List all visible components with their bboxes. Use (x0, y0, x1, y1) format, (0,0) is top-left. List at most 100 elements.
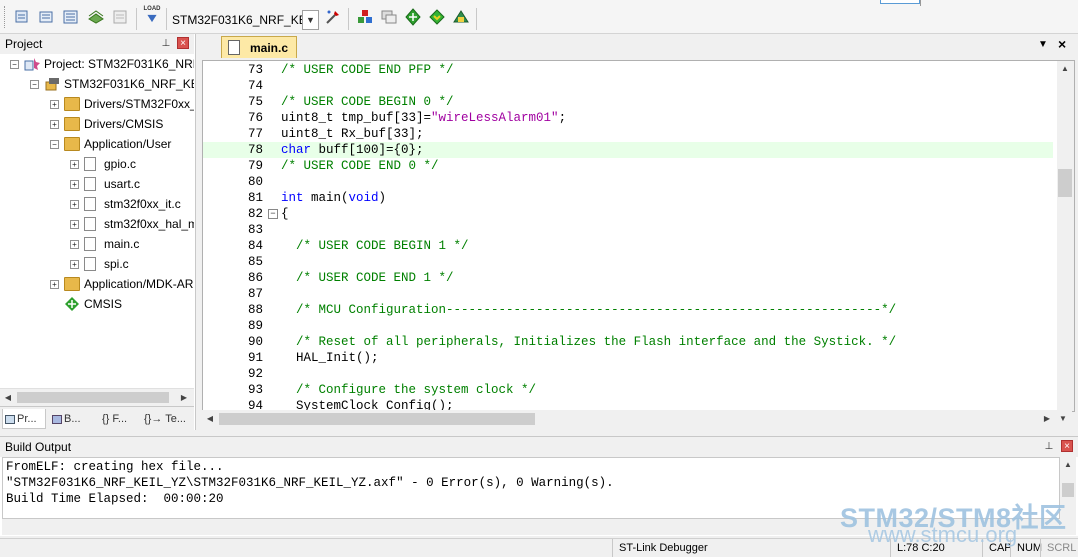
expand-icon[interactable]: + (70, 200, 79, 209)
target-options-icon[interactable] (324, 8, 342, 26)
expand-icon[interactable]: + (50, 120, 59, 129)
line-number: 75 (247, 95, 263, 109)
expand-icon[interactable]: + (70, 180, 79, 189)
code-editor[interactable]: 73 /* USER CODE END PFP */ 74 75 /* USER COD… (202, 60, 1075, 412)
tab-templates-label: {}→ Te... (144, 413, 186, 425)
code-line: 86 /* USER CODE END 1 */ (203, 270, 1053, 286)
close-icon[interactable]: × (177, 37, 189, 49)
pin-icon[interactable]: ⊥ (1043, 441, 1055, 453)
line-number: 80 (247, 175, 263, 189)
scroll-down-icon[interactable]: ▼ (1055, 411, 1071, 427)
pack-installer-icon[interactable] (404, 8, 422, 26)
target-select[interactable]: STM32F031K6_NRF_KEIL_YZ (172, 10, 302, 30)
batch-build-icon[interactable] (87, 8, 105, 26)
debugger-status: ST-Link Debugger (612, 539, 767, 557)
tree-item[interactable]: + main.c (0, 234, 194, 254)
editor-vscrollbar[interactable]: ▲ (1057, 61, 1074, 411)
collapse-icon[interactable]: − (50, 140, 59, 149)
tree-item-label: Application/MDK-ARM (84, 277, 194, 291)
code-line: 75 /* USER CODE BEGIN 0 */ (203, 94, 1053, 110)
line-number: 89 (247, 319, 263, 333)
expand-icon[interactable]: + (70, 240, 79, 249)
tab-functions[interactable]: {} F... (100, 409, 140, 429)
stop-build-icon[interactable] (111, 8, 129, 26)
tree-item-label: Project: STM32F031K6_NRF_KEIL_YZ (44, 57, 194, 71)
download-icon[interactable]: LOAD (143, 6, 161, 24)
tree-item[interactable]: − STM32F031K6_NRF_KEIL_YZ (0, 74, 194, 94)
collapse-icon[interactable]: − (30, 80, 39, 89)
close-icon[interactable]: × (1061, 440, 1073, 452)
expand-icon[interactable]: + (70, 220, 79, 229)
line-number: 73 (247, 63, 263, 77)
tree-item[interactable]: + stm32f0xx_hal_msp.c (0, 214, 194, 234)
tree-item[interactable]: + usart.c (0, 174, 194, 194)
tab-main-c[interactable]: main.c (221, 36, 297, 58)
project-panel: Project ⊥ × −Project: STM32F031K6_NRF_KE… (0, 34, 196, 430)
scroll-right-icon[interactable]: ▶ (1039, 411, 1055, 427)
expand-icon[interactable]: + (70, 160, 79, 169)
toolbar-grip[interactable] (4, 6, 7, 28)
file-icon (84, 177, 96, 191)
file-icon (84, 197, 96, 211)
tree-item[interactable]: + Application/MDK-ARM (0, 274, 194, 294)
editor-hscrollbar[interactable]: ◀ ▶ ▼ (199, 410, 1072, 428)
code-text: uint8_t tmp_buf[33]="wireLessAlarm01"; (281, 111, 567, 125)
pin-icon[interactable]: ⊥ (160, 38, 172, 50)
code-line: 92 (203, 366, 1053, 382)
tab-project[interactable]: Pr... (2, 409, 46, 429)
fold-toggle-icon[interactable]: − (268, 209, 278, 219)
scroll-up-icon[interactable]: ▲ (1060, 457, 1076, 473)
toolbar-separator (166, 8, 167, 30)
project-hscrollbar[interactable]: ◀ ▶ (0, 388, 194, 406)
code-line: 80 (203, 174, 1053, 190)
code-text: /* USER CODE BEGIN 0 */ (281, 95, 454, 109)
scroll-left-icon[interactable]: ◀ (0, 390, 16, 406)
tree-item[interactable]: + spi.c (0, 254, 194, 274)
manage-rte-icon[interactable] (428, 8, 446, 26)
folder-icon (64, 117, 80, 131)
code-line: 79 /* USER CODE END 0 */ (203, 158, 1053, 174)
scroll-thumb[interactable] (1058, 169, 1072, 197)
tree-item[interactable]: + stm32f0xx_it.c (0, 194, 194, 214)
tree-item[interactable]: CMSIS (0, 294, 194, 314)
select-packs-icon[interactable] (380, 8, 398, 26)
rebuild-icon[interactable] (62, 8, 80, 26)
tree-item[interactable]: − Project: STM32F031K6_NRF_KEIL_YZ (0, 54, 194, 74)
translate-icon[interactable] (13, 8, 31, 26)
build-icon[interactable] (38, 8, 56, 26)
find-box[interactable] (880, 0, 920, 4)
code-line: 84 /* USER CODE BEGIN 1 */ (203, 238, 1053, 254)
file-icon (228, 40, 240, 55)
scroll-up-icon[interactable]: ▲ (1057, 61, 1073, 77)
project-items-icon[interactable] (452, 8, 470, 26)
line-number: 77 (247, 127, 263, 141)
scroll-thumb[interactable] (17, 392, 169, 403)
scroll-left-icon[interactable]: ◀ (202, 411, 218, 427)
editor-panel: main.c ▼ × 73/* USER CODE END PFP */74 75… (199, 34, 1078, 432)
tab-books[interactable]: B... (50, 409, 96, 429)
tab-templates[interactable]: {}→ Te... (142, 409, 192, 429)
expand-icon[interactable]: + (70, 260, 79, 269)
project-tabs: Pr... B... {} F... {}→ Te... (0, 406, 194, 430)
code-line: 77 uint8_t Rx_buf[33]; (203, 126, 1053, 142)
scroll-right-icon[interactable]: ▶ (176, 390, 192, 406)
tab-list-icon[interactable]: ▼ (1038, 39, 1048, 50)
tree-item[interactable]: + Drivers/STM32F0xx_HAL_Driver (0, 94, 194, 114)
expand-icon[interactable]: + (50, 100, 59, 109)
close-icon[interactable]: × (1058, 36, 1066, 52)
scroll-thumb[interactable] (219, 413, 535, 425)
code-text: char buff[100]={0}; (281, 143, 424, 157)
collapse-icon[interactable]: − (10, 60, 19, 69)
expand-icon[interactable]: + (50, 280, 59, 289)
tree-item[interactable]: + Drivers/CMSIS (0, 114, 194, 134)
chevron-down-icon[interactable]: ▼ (302, 10, 319, 30)
tree-item[interactable]: − Application/User (0, 134, 194, 154)
editor-tabs: main.c ▼ × (199, 34, 1078, 58)
file-icon (84, 217, 96, 231)
scroll-thumb[interactable] (1062, 483, 1074, 497)
tree-item[interactable]: + gpio.c (0, 154, 194, 174)
tab-main-c-label: main.c (250, 41, 289, 55)
manage-components-icon[interactable] (356, 8, 374, 26)
toolbar-separator (348, 8, 349, 30)
tree-item-label: Application/User (84, 137, 172, 151)
